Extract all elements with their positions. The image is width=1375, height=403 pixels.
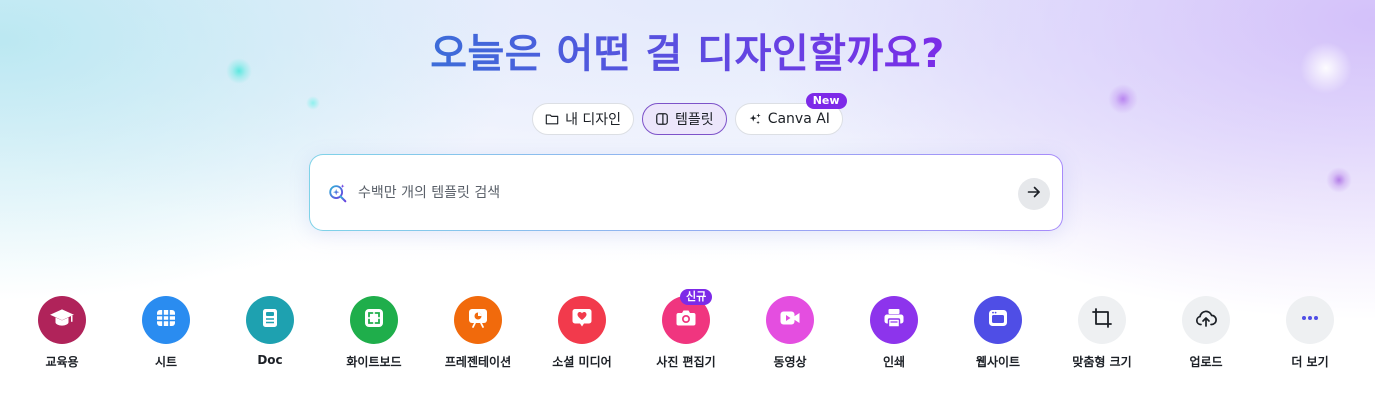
shortcut-label: 화이트보드 bbox=[346, 355, 402, 369]
shortcut-icon-circle bbox=[558, 296, 606, 344]
shortcut-photo-editor[interactable]: 신규 사진 편집기 bbox=[634, 289, 738, 376]
tab-label: 템플릿 bbox=[675, 112, 714, 128]
shortcut-icon-circle bbox=[246, 296, 294, 344]
tab-canva-ai[interactable]: Canva AI New bbox=[734, 93, 847, 135]
shortcut-print[interactable]: 인쇄 bbox=[842, 296, 946, 376]
template-icon bbox=[655, 112, 669, 126]
tab-templates[interactable]: 템플릿 bbox=[642, 103, 727, 135]
shortcut-doc[interactable]: Doc bbox=[218, 296, 322, 376]
shortcut-icon-circle bbox=[142, 296, 190, 344]
search-submit-button[interactable] bbox=[1018, 178, 1050, 210]
shortcut-label: 프레젠테이션 bbox=[444, 355, 512, 369]
more-dots-icon bbox=[1298, 306, 1322, 334]
tab-label: Canva AI bbox=[767, 111, 830, 127]
video-icon bbox=[778, 306, 802, 334]
shortcut-label: 시트 bbox=[154, 355, 178, 369]
shortcut-sheets[interactable]: 시트 bbox=[114, 296, 218, 376]
new-badge: New bbox=[805, 93, 847, 109]
shortcut-custom-size[interactable]: 맞춤형 크기 bbox=[1050, 296, 1154, 376]
shortcut-social-media[interactable]: 소셜 미디어 bbox=[530, 296, 634, 376]
shortcut-icon-circle bbox=[766, 296, 814, 344]
design-type-shortcuts: 교육용 시트 Doc 화이트보드 프레젠테이션 소셜 미디어 신규 사진 편집기… bbox=[10, 289, 1365, 376]
shortcut-label: 업로드 bbox=[1189, 355, 1223, 369]
shortcut-icon-circle bbox=[870, 296, 918, 344]
shortcut-education[interactable]: 교육용 bbox=[10, 296, 114, 376]
shortcut-icon-circle bbox=[974, 296, 1022, 344]
shortcut-label: Doc bbox=[257, 353, 283, 367]
magic-search-icon bbox=[327, 182, 349, 208]
shortcut-more[interactable]: 더 보기 bbox=[1258, 296, 1362, 376]
shortcut-upload[interactable]: 업로드 bbox=[1154, 296, 1258, 376]
arrow-right-icon bbox=[1026, 184, 1042, 204]
design-source-tabs: 내 디자인 템플릿 Canva AI New bbox=[0, 93, 1375, 135]
sparkle-icon bbox=[748, 112, 762, 126]
shortcut-whiteboard[interactable]: 화이트보드 bbox=[322, 296, 426, 376]
whiteboard-icon bbox=[362, 306, 386, 334]
printer-icon bbox=[882, 306, 906, 334]
new-badge: 신규 bbox=[680, 289, 713, 305]
shortcut-label: 더 보기 bbox=[1291, 355, 1329, 369]
website-icon bbox=[986, 306, 1010, 334]
shortcut-label: 인쇄 bbox=[882, 355, 906, 369]
page-title: 오늘은 어떤 걸 디자인할까요? bbox=[0, 30, 1375, 78]
shortcut-presentation[interactable]: 프레젠테이션 bbox=[426, 296, 530, 376]
template-search-box bbox=[309, 154, 1063, 231]
tab-label: 내 디자인 bbox=[565, 112, 622, 128]
shortcut-label: 소셜 미디어 bbox=[552, 355, 612, 369]
graduation-cap-icon bbox=[49, 305, 75, 335]
tab-my-designs[interactable]: 내 디자인 bbox=[532, 103, 635, 135]
sparkle-decoration bbox=[1326, 167, 1352, 193]
shortcut-website[interactable]: 웹사이트 bbox=[946, 296, 1050, 376]
search-input[interactable] bbox=[358, 181, 998, 205]
cloud-upload-icon bbox=[1194, 306, 1218, 334]
custom-size-icon bbox=[1090, 306, 1114, 334]
heart-icon bbox=[570, 306, 594, 334]
shortcut-icon-circle bbox=[38, 296, 86, 344]
camera-icon bbox=[674, 306, 698, 334]
sheet-grid-icon bbox=[154, 306, 178, 334]
shortcut-label: 맞춤형 크기 bbox=[1072, 355, 1132, 369]
presentation-icon bbox=[466, 306, 490, 334]
folder-icon bbox=[545, 112, 559, 126]
shortcut-icon-circle bbox=[1078, 296, 1126, 344]
shortcut-icon-circle bbox=[1182, 296, 1230, 344]
shortcut-label: 동영상 bbox=[773, 355, 807, 369]
shortcut-label: 교육용 bbox=[45, 355, 79, 369]
shortcut-video[interactable]: 동영상 bbox=[738, 296, 842, 376]
shortcut-icon-circle bbox=[1286, 296, 1334, 344]
document-icon bbox=[258, 306, 282, 334]
shortcut-label: 사진 편집기 bbox=[656, 355, 716, 369]
shortcut-icon-circle bbox=[454, 296, 502, 344]
shortcut-label: 웹사이트 bbox=[975, 355, 1021, 369]
shortcut-icon-circle bbox=[350, 296, 398, 344]
